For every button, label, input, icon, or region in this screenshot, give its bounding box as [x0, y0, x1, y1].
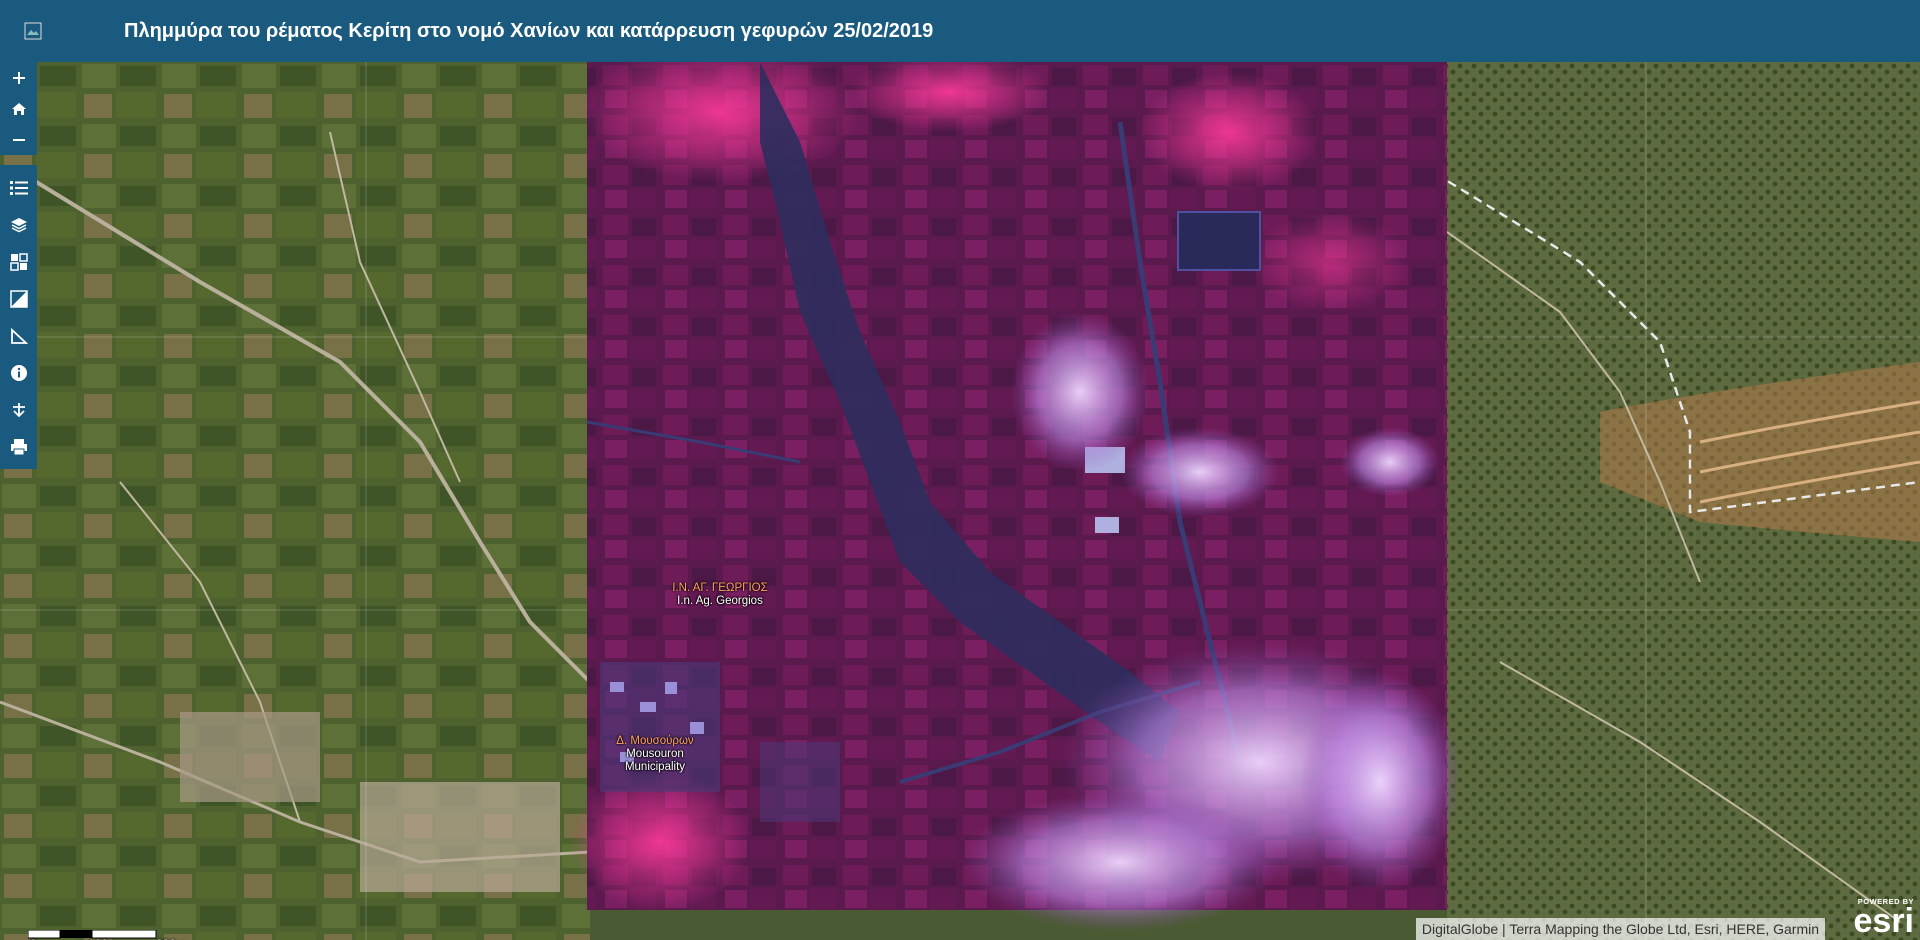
- layer-list-button[interactable]: [0, 206, 37, 243]
- info-icon: [10, 364, 27, 381]
- app-logo-icon: [22, 20, 44, 42]
- tool-controls: [0, 165, 37, 469]
- zoom-in-icon: [12, 71, 25, 84]
- place-label-extra: Municipality: [624, 761, 686, 773]
- measure-button[interactable]: [0, 317, 37, 354]
- map-toolbar: [0, 62, 37, 469]
- about-button[interactable]: [0, 354, 37, 391]
- share-button[interactable]: [0, 391, 37, 428]
- basemap-gallery-button[interactable]: [0, 243, 37, 280]
- place-label-ag-georgios: Ι.Ν. ΑΓ. ΓΕΩΡΓΙΟΣ I.n. Ag. Georgios: [660, 582, 780, 608]
- scale-bar: 0 100 200m: [27, 927, 186, 940]
- basemap-imagery: [0, 62, 1920, 940]
- zoom-in-button[interactable]: [0, 62, 37, 93]
- legend-button[interactable]: [0, 169, 37, 206]
- basemap-gallery-icon: [9, 252, 28, 271]
- map-view[interactable]: Ι.Ν. ΑΓ. ΓΕΩΡΓΙΟΣ I.n. Ag. Georgios Δ. Μ…: [0, 62, 1920, 940]
- list-icon: [9, 180, 28, 195]
- measure-icon: [10, 327, 28, 344]
- flood-imagery-overlay: [570, 62, 1460, 932]
- app-header: Πλημμύρα του ρέματος Κερίτη στο νομό Χαν…: [0, 0, 1920, 62]
- app-title: Πλημμύρα του ρέματος Κερίτη στο νομό Χαν…: [124, 19, 934, 42]
- home-button[interactable]: [0, 93, 37, 124]
- place-label-translit: Mousouron: [626, 748, 684, 760]
- swipe-icon: [9, 289, 28, 308]
- layers-icon: [10, 217, 27, 232]
- place-label-translit: I.n. Ag. Georgios: [677, 595, 763, 607]
- place-label-mousouron: Δ. Μουσούρων Mousouron Municipality: [600, 735, 710, 774]
- print-button[interactable]: [0, 428, 37, 465]
- home-icon: [11, 102, 26, 115]
- place-label-name: Ι.Ν. ΑΓ. ΓΕΩΡΓΙΟΣ: [672, 582, 768, 594]
- share-icon: [12, 402, 25, 417]
- print-icon: [10, 438, 27, 455]
- zoom-controls: [0, 62, 37, 155]
- zoom-out-button[interactable]: [0, 124, 37, 155]
- place-label-name: Δ. Μουσούρων: [616, 735, 694, 747]
- swipe-button[interactable]: [0, 280, 37, 317]
- esri-logo[interactable]: POWERED BY esri: [1853, 897, 1915, 940]
- attribution-text[interactable]: DigitalGlobe | Terra Mapping the Globe L…: [1415, 918, 1825, 940]
- esri-name: esri: [1853, 902, 1915, 940]
- zoom-out-icon: [12, 138, 25, 141]
